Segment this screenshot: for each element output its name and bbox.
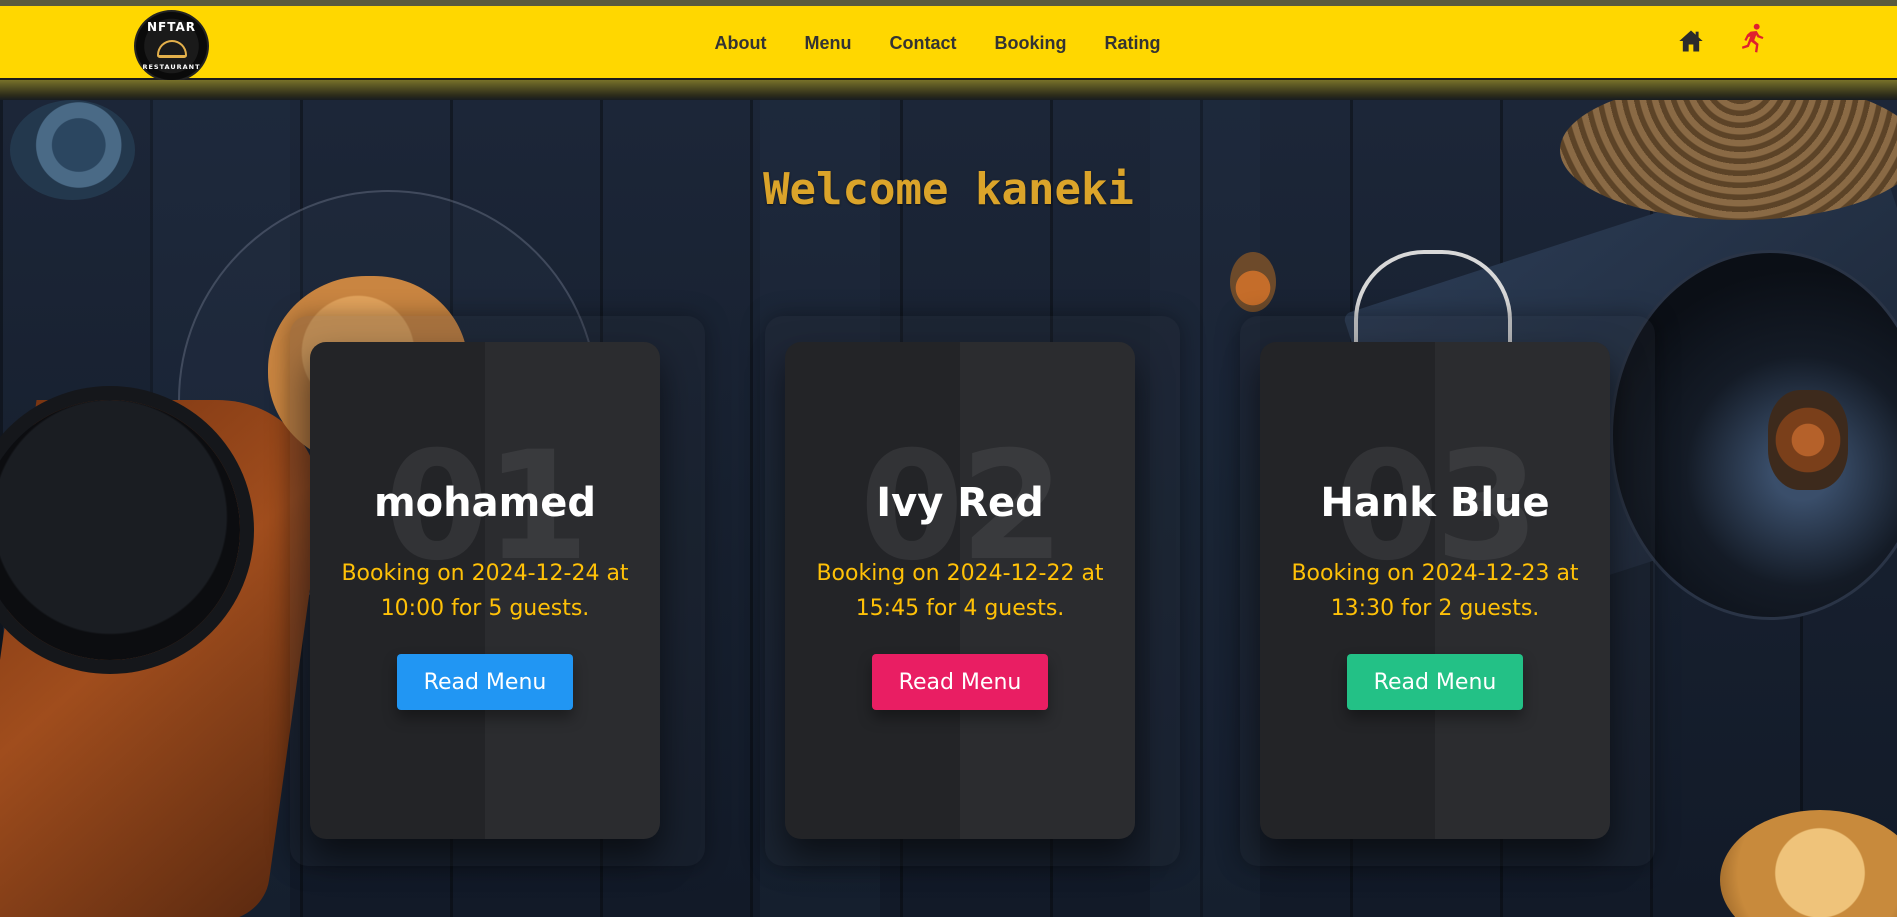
card-guest-name: Hank Blue [1320, 480, 1550, 526]
logo-bottom-text: RESTAURANT [142, 63, 201, 71]
welcome-heading: Welcome kaneki [763, 164, 1134, 215]
nav-list: About Menu Contact Booking Rating [715, 33, 1161, 54]
card-guest-name: Ivy Red [876, 480, 1044, 526]
nav-link-contact[interactable]: Contact [889, 33, 956, 54]
card-booking-text: Booking on 2024-12-23 at 13:30 for 2 gue… [1291, 561, 1579, 621]
card-guest-name: mohamed [373, 480, 597, 526]
logo-top-text: NFTAR [146, 20, 197, 34]
read-menu-button[interactable]: Read Menu [872, 654, 1048, 710]
nav-link-booking[interactable]: Booking [994, 33, 1066, 54]
nav-link-rating[interactable]: Rating [1104, 33, 1160, 54]
cloche-icon [156, 40, 187, 58]
card-booking-text: Booking on 2024-12-24 at 10:00 for 5 gue… [341, 561, 629, 621]
bread-image [1720, 810, 1897, 917]
booking-card: 02 Ivy Red Booking on 2024-12-22 at 15:4… [785, 342, 1135, 839]
nav-link-menu[interactable]: Menu [804, 33, 851, 54]
card-booking-text: Booking on 2024-12-22 at 15:45 for 4 gue… [816, 561, 1104, 621]
nav-link-about[interactable]: About [715, 33, 767, 54]
restaurant-logo[interactable]: NFTAR RESTAURANT [134, 10, 209, 82]
read-menu-button[interactable]: Read Menu [1347, 654, 1523, 710]
header-shadow [0, 80, 1897, 102]
home-icon[interactable] [1677, 27, 1705, 55]
booking-card: 03 Hank Blue Booking on 2024-12-23 at 13… [1260, 342, 1610, 839]
acorns-image [1768, 390, 1848, 490]
read-menu-button[interactable]: Read Menu [397, 654, 573, 710]
booking-card: 01 mohamed Booking on 2024-12-24 at 10:0… [310, 342, 660, 839]
acorn-image [1230, 252, 1276, 312]
running-person-icon[interactable] [1738, 23, 1768, 55]
